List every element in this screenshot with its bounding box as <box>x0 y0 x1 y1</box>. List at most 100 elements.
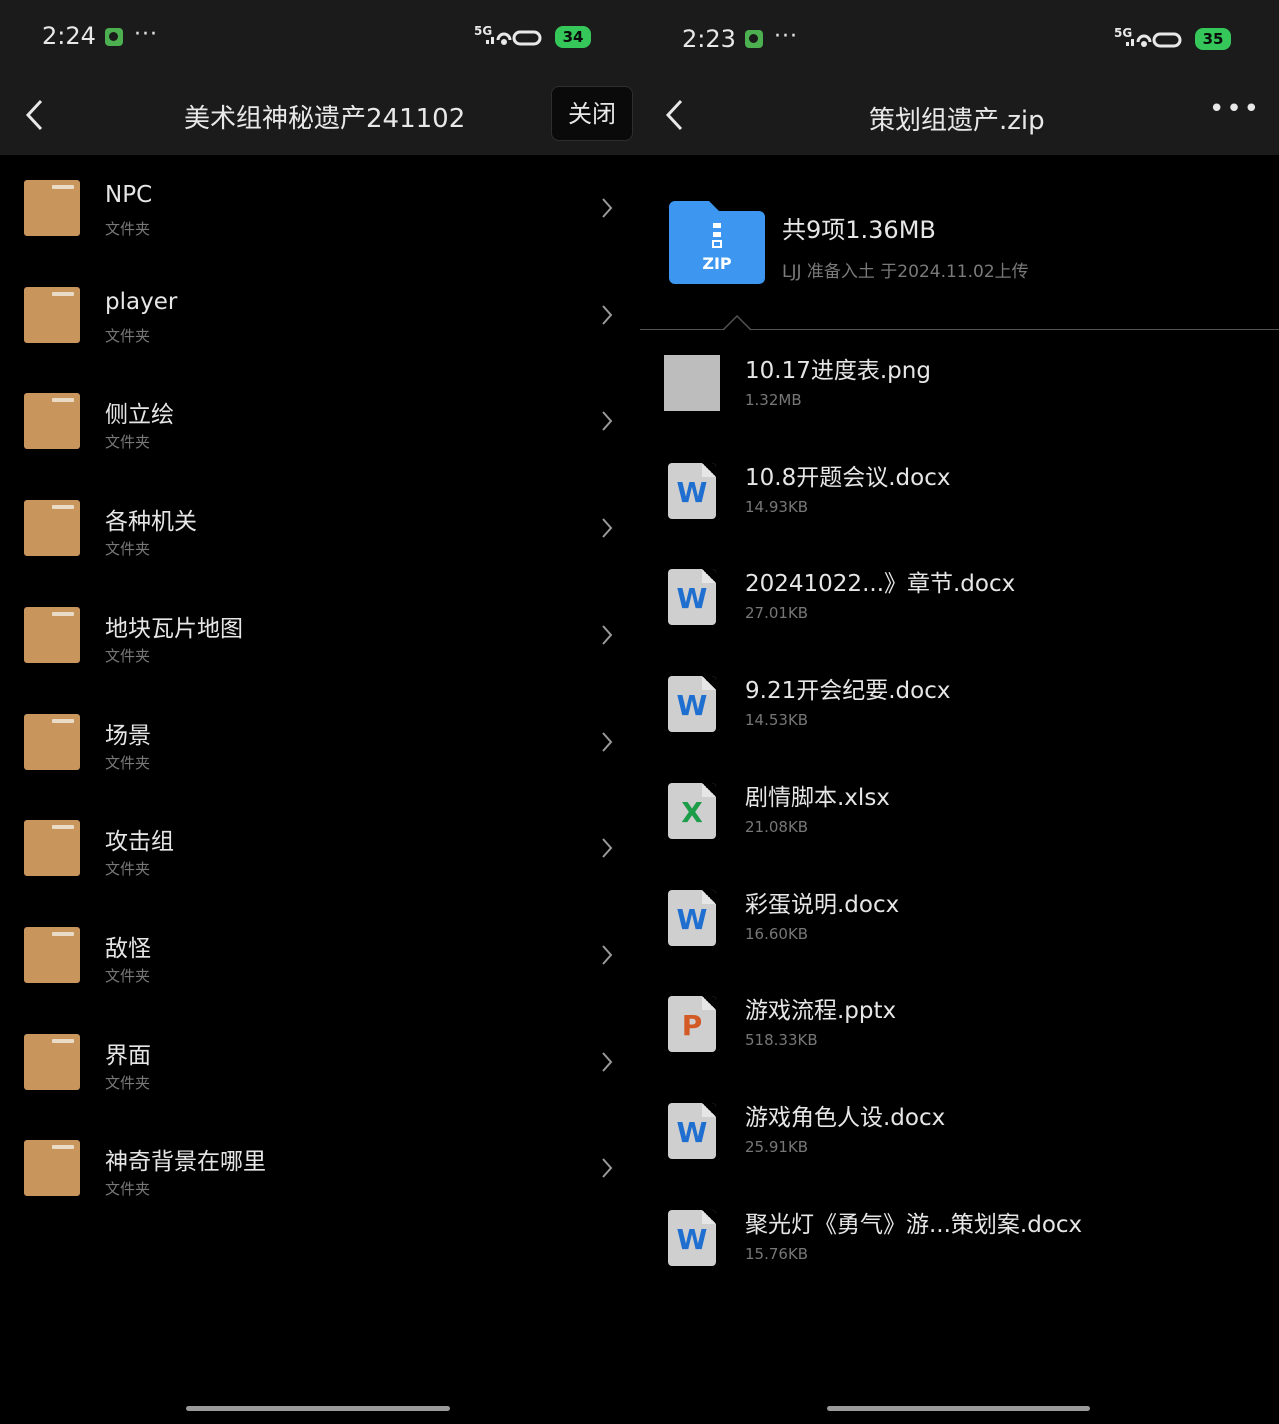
more-notifications-icon: ··· <box>774 24 798 49</box>
powerpoint-icon: P <box>668 996 716 1053</box>
app-notification-icon <box>105 28 123 46</box>
chevron-right-icon <box>602 305 613 325</box>
file-size: 16.60KB <box>745 924 809 943</box>
back-arrow-icon[interactable] <box>24 98 46 132</box>
battery-indicator: 35 <box>1195 28 1231 50</box>
file-size: 15.76KB <box>745 1244 809 1263</box>
battery-indicator: 34 <box>555 26 591 48</box>
folder-row[interactable]: 攻击组 文件夹 <box>0 795 640 902</box>
file-row[interactable]: X 剧情脚本.xlsx 21.08KB <box>640 763 1279 870</box>
folder-type-label: 文件夹 <box>105 220 151 238</box>
folder-name: 攻击组 <box>105 829 174 856</box>
zip-icon-label: ZIP <box>702 254 732 273</box>
page-title: 策划组遗产.zip <box>869 106 1045 136</box>
word-icon: W <box>668 676 716 733</box>
folder-type-label: 文件夹 <box>105 646 151 665</box>
zip-upload-meta: LJJ 准备入土 于2024.11.02上传 <box>782 262 1029 282</box>
file-name: 彩蛋说明.docx <box>745 891 900 918</box>
folder-icon <box>24 820 80 877</box>
folder-type-label: 文件夹 <box>105 966 151 985</box>
file-size: 27.01KB <box>745 604 809 623</box>
file-name: 10.17进度表.png <box>745 358 931 384</box>
folder-name: 界面 <box>105 1042 151 1069</box>
folder-row[interactable]: 神奇背景在哪里文件夹 <box>0 1115 640 1222</box>
file-size: 21.08KB <box>745 817 809 836</box>
folder-icon <box>24 393 80 450</box>
file-row[interactable]: W 聚光灯《勇气》游...策划案.docx 15.76KB <box>640 1190 1279 1297</box>
file-size: 518.33KB <box>745 1031 818 1050</box>
folder-name: 敌怪 <box>105 935 151 962</box>
close-button[interactable]: 关闭 <box>551 86 633 141</box>
folder-type-label: 文件夹 <box>105 540 151 559</box>
file-row[interactable]: 10.17进度表.png 1.32MB <box>640 336 1279 443</box>
file-name: 聚光灯《勇气》游...策划案.docx <box>745 1211 1083 1238</box>
chevron-right-icon <box>602 1051 613 1072</box>
chevron-right-icon <box>602 518 613 538</box>
folder-icon <box>24 500 80 557</box>
toolbar: 美术组神秘遗产241102 关闭 <box>0 72 640 155</box>
file-name: 游戏角色人设.docx <box>745 1104 946 1131</box>
folder-name: player <box>105 288 178 315</box>
file-row[interactable]: W 彩蛋说明.docx 16.60KB <box>640 870 1279 977</box>
folder-icon <box>24 180 80 236</box>
zip-summary-title: 共9项1.36MB <box>782 216 936 244</box>
folder-type-label: 文件夹 <box>105 326 151 345</box>
word-icon: W <box>668 462 716 519</box>
status-bar: 2:24 ··· 5G 34 <box>0 0 640 72</box>
file-row[interactable]: W 10.8开题会议.docx 14.93KB <box>640 443 1279 550</box>
folder-type-label: 文件夹 <box>105 860 151 879</box>
status-time: 2:24 <box>42 22 96 50</box>
folder-row[interactable]: 界面 文件夹 <box>0 1009 640 1116</box>
file-name: 游戏流程.pptx <box>745 998 897 1025</box>
status-bar: 2:23 ··· 5G 35 <box>640 0 1279 72</box>
folder-type-label: 文件夹 <box>105 1180 151 1199</box>
file-name: 20241022...》章节.docx <box>745 571 1016 598</box>
folder-type-label: 文件夹 <box>105 433 151 452</box>
chevron-right-icon <box>602 1158 613 1178</box>
page-title: 美术组神秘遗产241102 <box>184 104 466 134</box>
file-size: 14.53KB <box>745 711 809 730</box>
folder-row[interactable]: 侧立绘 文件夹 <box>0 368 640 475</box>
excel-icon: X <box>668 782 716 839</box>
image-icon <box>664 355 720 411</box>
toolbar: 策划组遗产.zip ••• <box>640 72 1279 155</box>
folder-row[interactable]: player 文件夹 <box>0 262 640 369</box>
folder-icon <box>24 286 80 343</box>
back-arrow-icon[interactable] <box>664 98 686 132</box>
signal-wifi-icon <box>486 30 542 46</box>
folder-icon <box>24 1033 80 1090</box>
file-size: 25.91KB <box>745 1137 809 1156</box>
folder-row[interactable]: 各种机关 文件夹 <box>0 475 640 582</box>
app-notification-icon <box>745 30 763 48</box>
folder-name: 神奇背景在哪里 <box>105 1149 266 1176</box>
home-indicator[interactable] <box>186 1406 450 1411</box>
folder-type-label: 文件夹 <box>105 753 151 772</box>
chevron-right-icon <box>602 411 613 432</box>
file-name: 剧情脚本.xlsx <box>745 784 890 811</box>
file-row[interactable]: W 游戏角色人设.docx 25.91KB <box>640 1083 1279 1190</box>
zip-file-icon: ZIP <box>669 201 765 284</box>
folder-icon <box>24 606 80 663</box>
chevron-right-icon <box>602 198 613 218</box>
folder-row[interactable]: 敌怪 文件夹 <box>0 902 640 1009</box>
folder-row[interactable]: 地块瓦片地图 文件夹 <box>0 582 640 689</box>
file-size: 14.93KB <box>745 497 809 516</box>
file-name: 9.21开会纪要.docx <box>745 678 951 705</box>
chevron-right-icon <box>602 838 613 858</box>
file-row[interactable]: W 9.21开会纪要.docx 14.53KB <box>640 656 1279 763</box>
chevron-right-icon <box>602 625 613 645</box>
folder-row[interactable]: 场景 文件夹 <box>0 689 640 796</box>
signal-wifi-icon <box>1126 32 1182 48</box>
file-size: 1.32MB <box>745 391 802 409</box>
word-icon: W <box>668 1102 716 1159</box>
folder-name: 各种机关 <box>105 509 197 536</box>
file-row[interactable]: P 游戏流程.pptx 518.33KB <box>640 976 1279 1083</box>
folder-row[interactable]: NPC 文件夹 <box>0 155 640 262</box>
folder-browser-pane: 2:24 ··· 5G 34 美术组神秘遗产241102 关闭 NPC 文件夹 pl… <box>0 0 640 1424</box>
folder-name: NPC <box>105 182 153 208</box>
more-options-icon[interactable]: ••• <box>1209 94 1261 124</box>
folder-icon <box>24 713 80 770</box>
chevron-right-icon <box>602 945 613 965</box>
file-row[interactable]: W 20241022...》章节.docx 27.01KB <box>640 549 1279 656</box>
home-indicator[interactable] <box>827 1406 1090 1411</box>
